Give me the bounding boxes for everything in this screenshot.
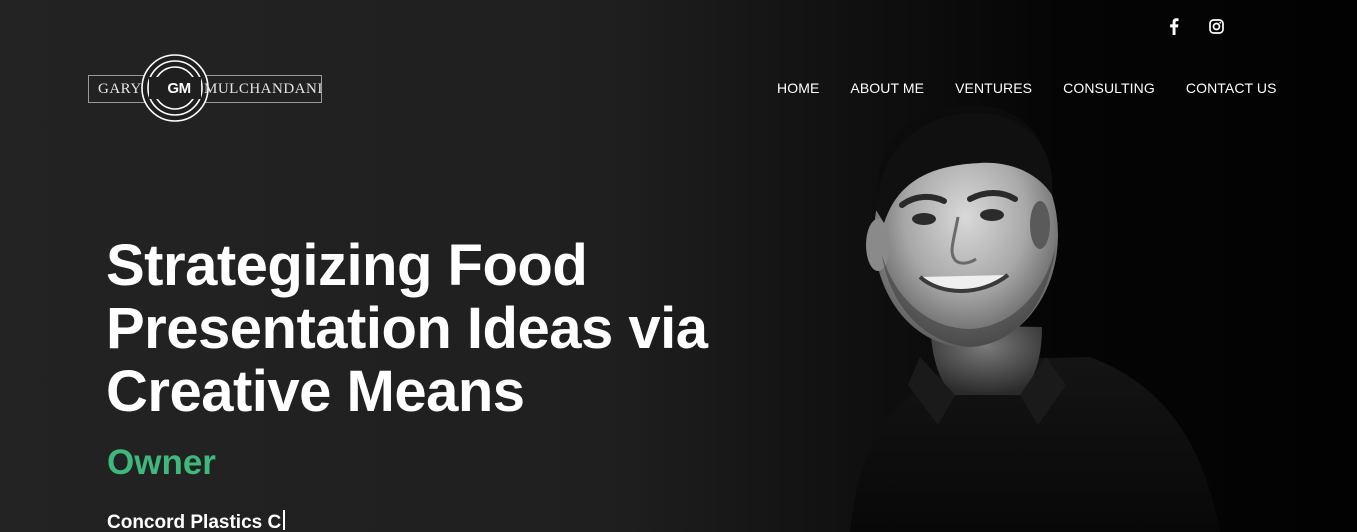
typing-cursor bbox=[283, 510, 286, 530]
hero-company-typed: Concord Plastics C bbox=[107, 510, 286, 532]
hero-company-text: Concord Plastics C bbox=[107, 512, 282, 532]
hero-title-line: Creative Means bbox=[106, 359, 525, 424]
instagram-icon bbox=[1208, 18, 1224, 34]
main-nav: HOME ABOUT ME VENTURES CONSULTING CONTAC… bbox=[777, 80, 1277, 96]
nav-home[interactable]: HOME bbox=[777, 80, 819, 96]
logo-first-name: GARY bbox=[98, 81, 142, 97]
logo-last-name: MULCHANDANI bbox=[204, 81, 323, 97]
nav-ventures[interactable]: VENTURES bbox=[955, 80, 1032, 96]
facebook-icon bbox=[1170, 17, 1179, 35]
nav-contact-us[interactable]: CONTACT US bbox=[1186, 80, 1277, 96]
hero-title-line: Presentation Ideas via bbox=[106, 296, 708, 361]
instagram-link[interactable] bbox=[1206, 15, 1226, 37]
social-links bbox=[1164, 15, 1226, 37]
logo-monogram: GM bbox=[167, 80, 191, 97]
hero-title: Strategizing Food Presentation Ideas via… bbox=[106, 234, 806, 423]
hero-title-line: Strategizing Food bbox=[106, 233, 588, 298]
nav-consulting[interactable]: CONSULTING bbox=[1063, 80, 1155, 96]
nav-about-me[interactable]: ABOUT ME bbox=[850, 80, 924, 96]
portrait-photo bbox=[850, 105, 1220, 532]
hero-role: Owner bbox=[107, 443, 216, 482]
site-logo[interactable]: GARY GM MULCHANDANI bbox=[86, 52, 326, 126]
hero-section: GARY GM MULCHANDANI HOME ABOUT ME VENTUR… bbox=[0, 0, 1357, 532]
facebook-link[interactable] bbox=[1164, 15, 1184, 37]
